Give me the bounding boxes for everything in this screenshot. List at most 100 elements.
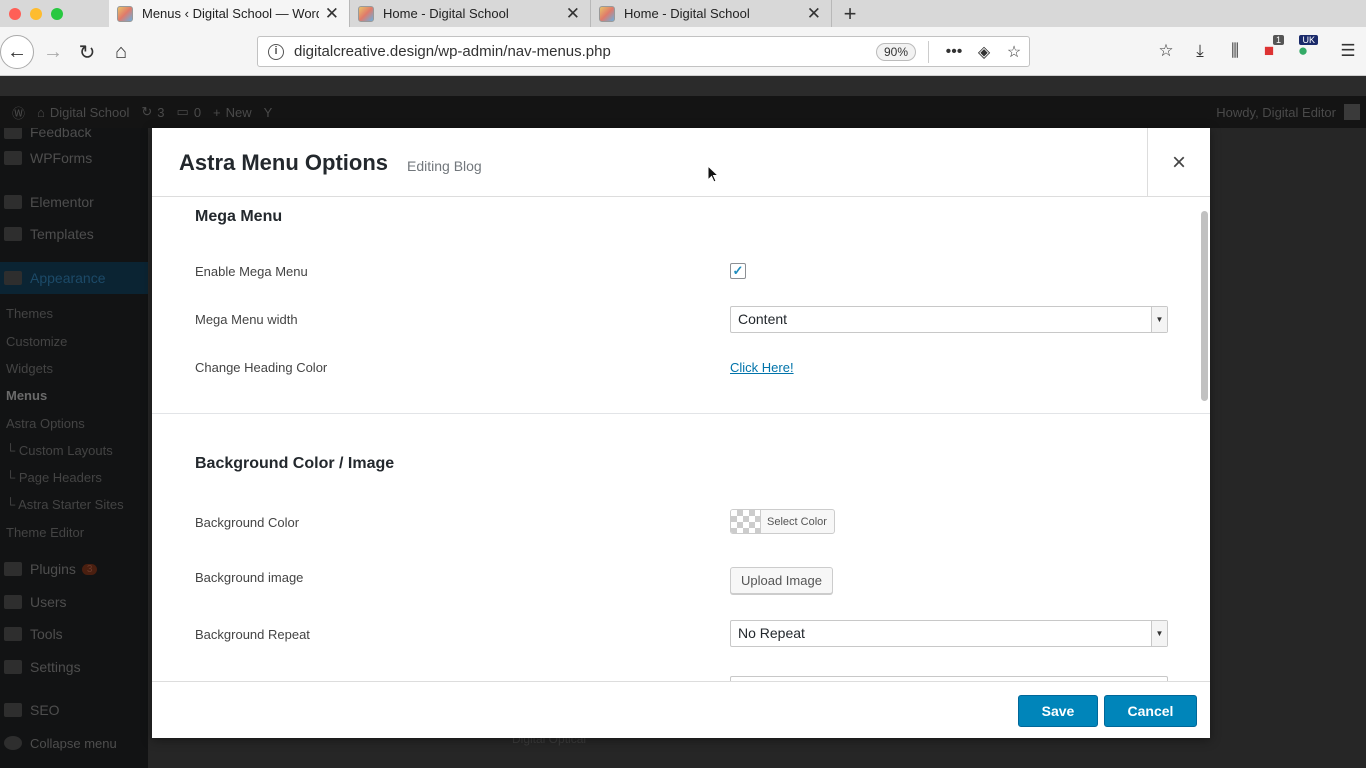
enable-mega-menu-checkbox[interactable]: ✓ <box>730 263 746 279</box>
avatar[interactable] <box>1344 104 1360 120</box>
sidebar-sub-astra-options[interactable]: Astra Options <box>6 416 85 431</box>
sidebar-sub-custom-layouts[interactable]: └ Custom Layouts <box>6 443 113 458</box>
reload-icon[interactable]: ↻ <box>70 35 104 69</box>
background-image-label: Background image <box>195 570 304 585</box>
sidebar-item-plugins[interactable]: Plugins 3 <box>0 557 148 581</box>
close-tab-icon[interactable]: ✕ <box>325 4 339 24</box>
modal-scrollbar[interactable] <box>1201 211 1208 401</box>
close-tab-icon[interactable]: ✕ <box>807 4 821 24</box>
comments-item[interactable]: ▭ 0 <box>177 104 202 120</box>
bookmark-star-icon[interactable]: ☆ <box>999 42 1029 62</box>
comments-count: 0 <box>193 104 202 120</box>
favicon-icon <box>117 5 133 22</box>
updates-item[interactable]: ↻ 3 <box>141 104 164 120</box>
click-here-link[interactable]: Click Here! <box>730 360 794 375</box>
sidebar-item-label: Users <box>30 594 67 610</box>
new-item[interactable]: + New <box>213 105 252 120</box>
window-controls <box>0 0 109 27</box>
background-repeat-select[interactable]: No Repeat ▼ <box>730 620 1168 647</box>
sidebar-item-feedback[interactable]: Feedback <box>0 128 148 144</box>
sidebar-item-label: Appearance <box>30 270 106 286</box>
sidebar-item-templates[interactable]: Templates <box>0 222 148 246</box>
sidebar-item-label: Elementor <box>30 194 94 210</box>
plugins-icon <box>4 562 22 576</box>
browser-tab-home-2[interactable]: Home - Digital School ✕ <box>591 0 832 27</box>
upload-image-button[interactable]: Upload Image <box>730 567 833 594</box>
address-bar[interactable]: i digitalcreative.design/wp-admin/nav-me… <box>257 36 1030 67</box>
url-text: digitalcreative.design/wp-admin/nav-menu… <box>294 43 611 60</box>
info-icon[interactable]: i <box>268 43 284 60</box>
mouse-cursor-icon <box>707 165 719 183</box>
sidebar-item-users[interactable]: Users <box>0 590 148 614</box>
sidebar-sub-customize[interactable]: Customize <box>6 334 67 349</box>
seo-icon <box>4 703 22 717</box>
sidebar-item-collapse[interactable]: Collapse menu <box>0 731 148 755</box>
reading-list-icon[interactable]: ☆ <box>1155 41 1177 63</box>
browser-tab-bar: Menus ‹ Digital School — WordPress ✕ Hom… <box>0 0 1366 27</box>
yoast-icon[interactable]: Y <box>264 105 273 120</box>
pocket-icon[interactable]: ◈ <box>969 42 999 62</box>
brush-icon <box>4 271 22 285</box>
sidebar-item-elementor[interactable]: Elementor <box>0 190 148 214</box>
browser-tab-menus[interactable]: Menus ‹ Digital School — WordPress ✕ <box>109 0 350 27</box>
site-name-item[interactable]: ⌂ Digital School <box>37 105 129 120</box>
sidebar-item-label: WPForms <box>30 150 93 166</box>
minimize-window-button[interactable] <box>30 7 42 20</box>
wordpress-logo-icon[interactable]: Ⓦ <box>12 103 25 122</box>
browser-tab-home-1[interactable]: Home - Digital School ✕ <box>350 0 591 27</box>
extension-label: UK <box>1299 35 1318 45</box>
save-button[interactable]: Save <box>1018 695 1098 727</box>
sidebar-sub-theme-editor[interactable]: Theme Editor <box>6 525 84 540</box>
browser-nav-bar: ← → ↻ ⌂ i digitalcreative.design/wp-admi… <box>0 27 1366 76</box>
howdy-text[interactable]: Howdy, Digital Editor <box>1216 105 1336 120</box>
change-heading-color-label: Change Heading Color <box>195 360 328 375</box>
updates-icon: ↻ <box>141 104 153 119</box>
sidebar-item-settings[interactable]: Settings <box>0 655 148 679</box>
maximize-window-button[interactable] <box>51 7 63 20</box>
modal-subtitle: Editing Blog <box>407 158 482 174</box>
sidebar-sub-menus[interactable]: Menus <box>6 388 47 403</box>
sidebar-item-appearance[interactable]: Appearance <box>0 262 148 294</box>
enable-mega-menu-label: Enable Mega Menu <box>195 264 308 279</box>
section-title-background: Background Color / Image <box>195 455 395 472</box>
cancel-button[interactable]: Cancel <box>1104 695 1197 727</box>
forward-arrow-icon[interactable]: → <box>36 35 70 69</box>
hamburger-menu-icon[interactable]: ☰ <box>1337 41 1359 63</box>
sidebar-item-label: Feedback <box>30 128 92 140</box>
sidebar-sub-widgets[interactable]: Widgets <box>6 361 53 376</box>
zoom-level-badge[interactable]: 90% <box>875 42 916 61</box>
sidebar-item-seo[interactable]: SEO <box>0 698 148 722</box>
mega-menu-width-select[interactable]: Content ▼ <box>730 306 1168 333</box>
sidebar-sub-page-headers[interactable]: └ Page Headers <box>6 470 102 485</box>
globe-extension-icon[interactable]: ● UK <box>1292 35 1318 63</box>
close-window-button[interactable] <box>9 7 21 20</box>
section-divider <box>152 413 1210 414</box>
home-icon[interactable]: ⌂ <box>104 35 138 69</box>
sidebar-sub-themes[interactable]: Themes <box>6 306 53 321</box>
download-icon[interactable]: ⤓ <box>1189 41 1211 63</box>
select-color-button[interactable]: Select Color <box>730 509 835 534</box>
extension-icon[interactable]: ■ 1 <box>1258 35 1284 63</box>
sidebar-item-tools[interactable]: Tools <box>0 622 148 646</box>
sidebar-sub-starter-sites[interactable]: └ Astra Starter Sites <box>6 497 124 512</box>
modal-header: Astra Menu Options Editing Blog × <box>152 128 1210 197</box>
elementor-icon <box>4 195 22 209</box>
settings-icon <box>4 660 22 674</box>
modal-body[interactable]: Mega Menu Enable Mega Menu ✓ Mega Menu w… <box>152 197 1210 681</box>
tools-icon <box>4 627 22 641</box>
back-arrow-icon[interactable]: ← <box>0 35 34 69</box>
extension-badge: 1 <box>1272 35 1284 45</box>
close-icon[interactable]: × <box>1147 128 1210 197</box>
more-actions-icon[interactable]: ••• <box>939 43 969 61</box>
new-tab-icon[interactable]: + <box>832 0 868 27</box>
feedback-icon <box>4 128 22 139</box>
modal-footer: Save Cancel <box>152 681 1210 738</box>
tab-label: Home - Digital School <box>383 6 509 21</box>
sidebar-item-label: Templates <box>30 226 94 242</box>
section-title-mega-menu: Mega Menu <box>195 208 283 225</box>
plus-icon: + <box>213 104 221 120</box>
sidebar-item-wpforms[interactable]: WPForms <box>0 146 148 170</box>
close-tab-icon[interactable]: ✕ <box>566 4 580 24</box>
library-icon[interactable]: ⫼ <box>1224 41 1246 63</box>
astra-menu-options-modal: Astra Menu Options Editing Blog × Mega M… <box>152 128 1210 738</box>
